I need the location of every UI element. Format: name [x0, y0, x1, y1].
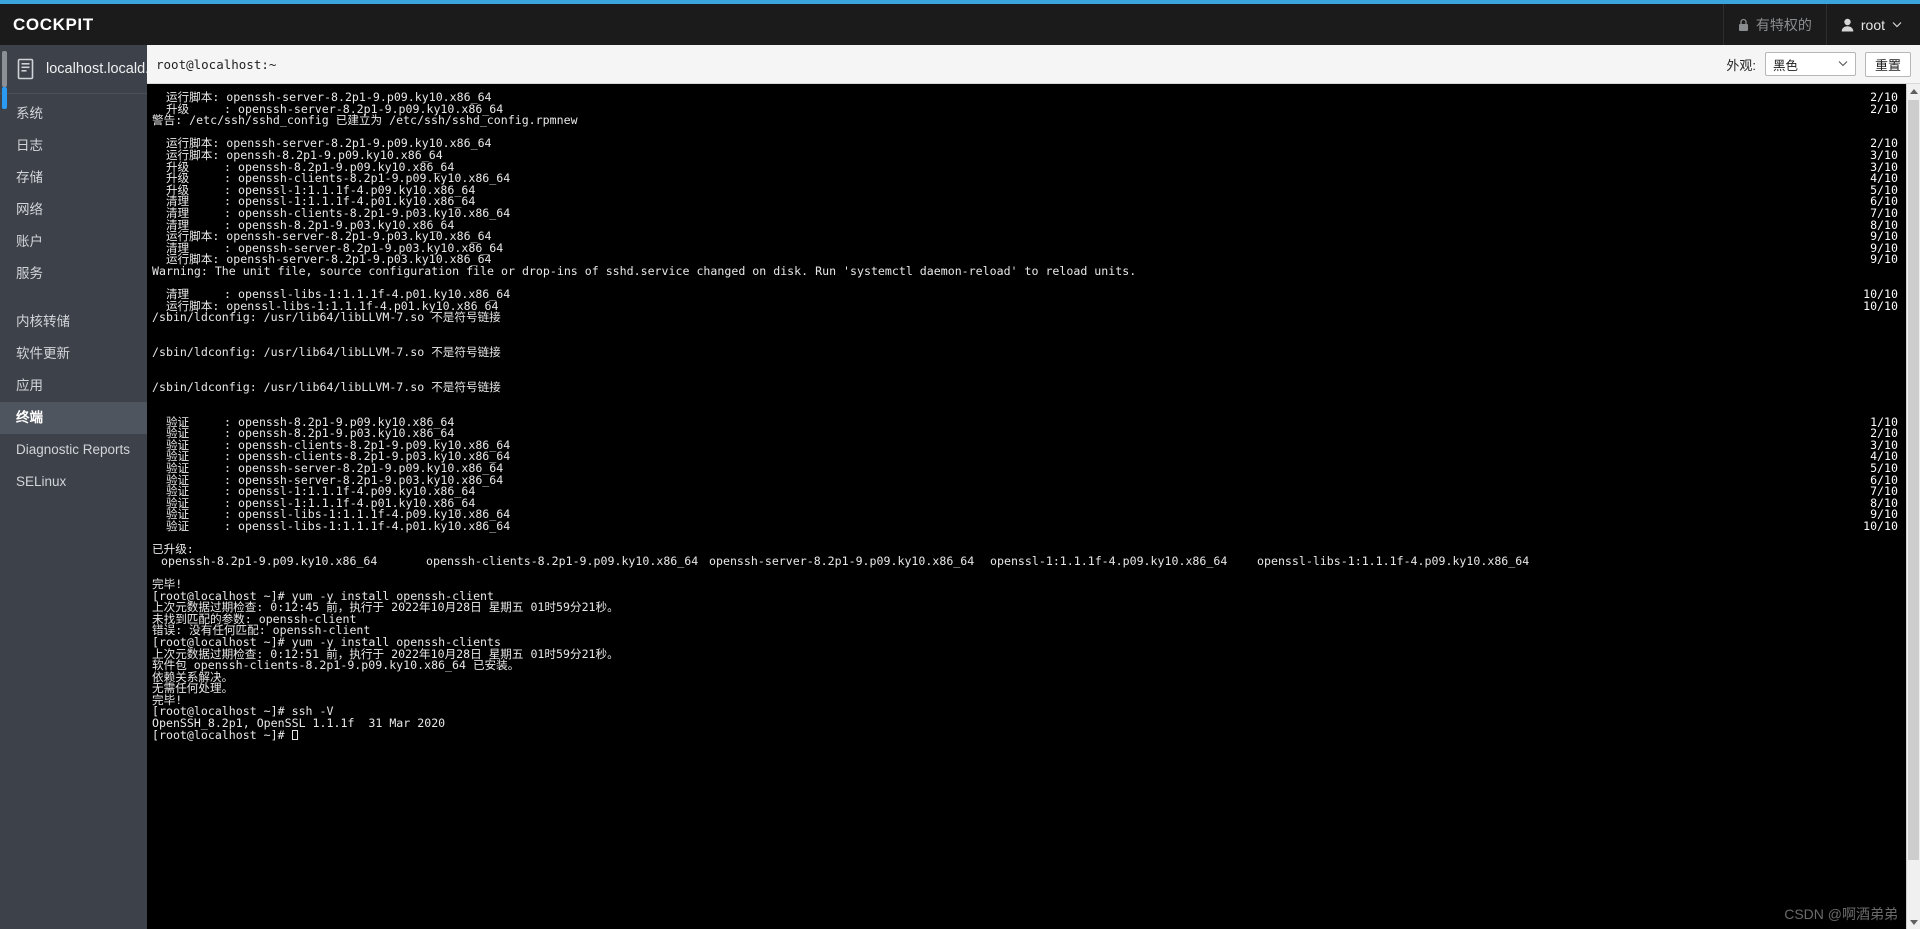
- brand-logo[interactable]: COCKPIT: [0, 15, 180, 35]
- triangle-up-icon[interactable]: [1907, 84, 1920, 98]
- sidebar-item-selinux[interactable]: SELinux: [0, 466, 147, 498]
- sidebar-item-updates[interactable]: 软件更新: [0, 338, 147, 370]
- reset-button[interactable]: 重置: [1864, 51, 1911, 77]
- user-label: root: [1860, 16, 1885, 33]
- appearance-select[interactable]: 黑色: [1764, 52, 1856, 76]
- sidebar-item-applications[interactable]: 应用: [0, 370, 147, 402]
- sidebar-item-diagnostic-reports[interactable]: Diagnostic Reports: [0, 434, 147, 466]
- console-line: /sbin/ldconfig: /usr/lib64/libLLVM-7.so …: [152, 379, 1920, 394]
- sidebar-host-selector[interactable]: localhost.locald...: [0, 45, 147, 94]
- sidebar-group-divider: [0, 290, 147, 306]
- sidebar-item-network[interactable]: 网络: [0, 194, 147, 226]
- upgraded-package: openssl-1:1.1.1f-4.p09.ky10.x86_64: [990, 553, 1228, 568]
- lock-icon: [1738, 18, 1749, 32]
- sidebar-item-system[interactable]: 系统: [0, 98, 147, 130]
- console-prompt: [root@localhost ~]#: [152, 727, 292, 742]
- console-line-counter: 10/10: [1863, 298, 1898, 313]
- sidebar-host-label: localhost.locald...: [46, 61, 147, 77]
- sidebar-scrollbar-accent[interactable]: [2, 87, 7, 109]
- sidebar-scrollbar-thumb[interactable]: [2, 51, 7, 87]
- upgraded-package: openssl-libs-1:1.1.1f-4.p09.ky10.x86_64: [1257, 553, 1530, 568]
- console-output: 运行脚本: openssh-server-8.2p1-9.p09.ky10.x8…: [152, 91, 1920, 742]
- console-line: /sbin/ldconfig: /usr/lib64/libLLVM-7.so …: [152, 312, 1920, 324]
- masthead: COCKPIT 有特权的 root: [0, 4, 1920, 45]
- console-line-text: 警告: /etc/ssh/sshd_config 已建立为 /etc/ssh/s…: [152, 113, 578, 128]
- console-cursor: [291, 729, 298, 740]
- sidebar-item-logs[interactable]: 日志: [0, 130, 147, 162]
- user-menu[interactable]: root: [1825, 4, 1920, 45]
- console-line: 软件包 openssh-clients-8.2p1-9.p09.ky10.x86…: [152, 659, 1920, 672]
- console-line-text: /sbin/ldconfig: /usr/lib64/libLLVM-7.so …: [152, 345, 501, 360]
- server-icon: [16, 58, 35, 80]
- console-line-counter: 2/10: [1870, 101, 1898, 116]
- console-line-counter: 10/10: [1863, 518, 1898, 533]
- sidebar-item-terminal[interactable]: 终端: [0, 402, 147, 434]
- terminal-toolbar: root@localhost:~ 外观: 黑色 重置: [147, 45, 1920, 84]
- terminal-console[interactable]: 运行脚本: openssh-server-8.2p1-9.p09.ky10.x8…: [147, 84, 1920, 929]
- user-icon: [1841, 18, 1854, 32]
- privileged-label: 有特权的: [1755, 16, 1812, 33]
- triangle-down-icon[interactable]: [1907, 915, 1920, 929]
- console-line: 无需任何处理。: [152, 683, 1920, 695]
- terminal-panel: root@localhost:~ 外观: 黑色 重置 运行脚本: openssh…: [147, 45, 1920, 929]
- console-scrollbar[interactable]: [1906, 84, 1920, 929]
- console-line: 上次元数据过期检查: 0:12:45 前，执行于 2022年10月28日 星期五…: [152, 602, 1920, 614]
- console-prompt-line[interactable]: [root@localhost ~]#: [152, 727, 1920, 742]
- console-line-text: Warning: The unit file, source configura…: [152, 263, 1137, 278]
- console-line: Warning: The unit file, source configura…: [152, 263, 1920, 278]
- appearance-value: 黑色: [1772, 58, 1798, 73]
- upgraded-package: openssh-clients-8.2p1-9.p09.ky10.x86_64: [426, 553, 699, 568]
- console-line-counter: 9/10: [1870, 252, 1898, 267]
- sidebar-item-accounts[interactable]: 账户: [0, 226, 147, 258]
- console-line: OpenSSH_8.2p1, OpenSSL 1.1.1f 31 Mar 202…: [152, 717, 1920, 730]
- console-line: 警告: /etc/ssh/sshd_config 已建立为 /etc/ssh/s…: [152, 115, 1920, 127]
- console-line: /sbin/ldconfig: /usr/lib64/libLLVM-7.so …: [152, 345, 1920, 360]
- console-line: 验证 : openssl-libs-1:1.1.1f-4.p01.ky10.x8…: [152, 518, 1920, 533]
- sidebar-item-storage[interactable]: 存储: [0, 162, 147, 194]
- sidebar-item-kdump[interactable]: 内核转储: [0, 306, 147, 338]
- cockpit-app: COCKPIT 有特权的 root localhost.locald... 系统…: [0, 0, 1920, 929]
- chevron-down-icon: [1892, 21, 1902, 28]
- sidebar: localhost.locald... 系统 日志 存储 网络 账户 服务 内核…: [0, 45, 147, 929]
- terminal-title: root@localhost:~: [156, 56, 277, 72]
- upgraded-package-row: openssh-8.2p1-9.p09.ky10.x86_64 openssh-c…: [152, 553, 1920, 568]
- console-line: 完毕!: [152, 694, 1920, 707]
- sidebar-item-services[interactable]: 服务: [0, 258, 147, 290]
- upgraded-package: openssh-server-8.2p1-9.p09.ky10.x86_64: [709, 553, 975, 568]
- privileged-indicator[interactable]: 有特权的: [1722, 4, 1826, 45]
- console-line-text: /sbin/ldconfig: /usr/lib64/libLLVM-7.so …: [152, 379, 501, 394]
- console-line-text: 验证 : openssl-libs-1:1.1.1f-4.p01.ky10.x8…: [152, 518, 511, 533]
- console-scrollbar-thumb[interactable]: [1908, 100, 1919, 860]
- console-line: 未找到匹配的参数: openssh-client: [152, 613, 1920, 626]
- chevron-down-icon: [1838, 60, 1848, 67]
- console-line-text: /sbin/ldconfig: /usr/lib64/libLLVM-7.so …: [152, 310, 501, 325]
- console-line: 依赖关系解决。: [152, 671, 1920, 684]
- upgraded-package: openssh-8.2p1-9.p09.ky10.x86_64: [161, 553, 378, 568]
- sidebar-nav: 系统 日志 存储 网络 账户 服务 内核转储 软件更新 应用 终端 Diagno…: [0, 94, 147, 498]
- appearance-label: 外观:: [1726, 57, 1756, 73]
